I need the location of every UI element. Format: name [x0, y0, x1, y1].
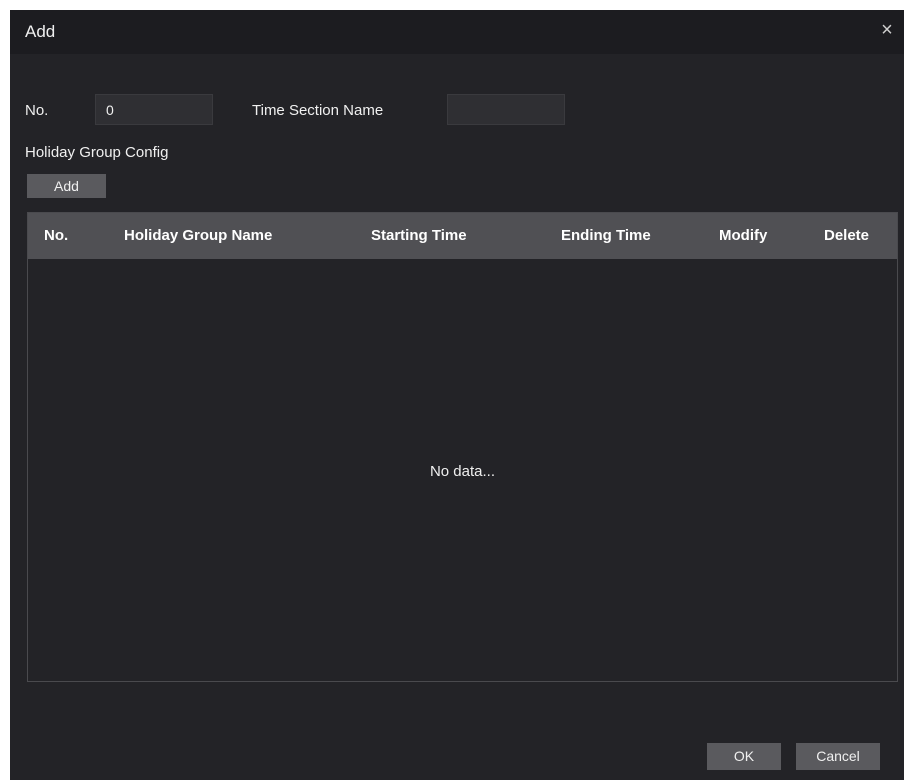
holiday-group-config-label: Holiday Group Config: [25, 144, 169, 161]
ok-button[interactable]: OK: [707, 743, 781, 770]
no-label: No.: [25, 102, 49, 119]
dialog-title: Add: [25, 22, 56, 41]
column-header-delete: Delete: [824, 227, 870, 244]
column-header-no: No.: [44, 227, 69, 244]
time-section-name-input[interactable]: [447, 94, 565, 125]
cancel-button[interactable]: Cancel: [796, 743, 880, 770]
column-header-modify: Modify: [719, 227, 768, 244]
close-icon[interactable]: ×: [876, 18, 898, 42]
add-holiday-group-button[interactable]: Add: [27, 174, 106, 198]
dialog-titlebar: Add ×: [10, 10, 904, 54]
no-input[interactable]: [95, 94, 213, 125]
time-section-name-label: Time Section Name: [252, 102, 384, 119]
add-dialog: Add × No. Time Section Name Holiday Grou…: [10, 10, 904, 780]
table-header: No. Holiday Group Name Starting Time End…: [28, 213, 897, 259]
empty-table-message: No data...: [429, 463, 496, 480]
column-header-ending-time: Ending Time: [561, 227, 651, 244]
column-header-starting-time: Starting Time: [371, 227, 467, 244]
column-header-holiday-group-name: Holiday Group Name: [124, 227, 273, 244]
holiday-group-table: No. Holiday Group Name Starting Time End…: [27, 212, 898, 682]
